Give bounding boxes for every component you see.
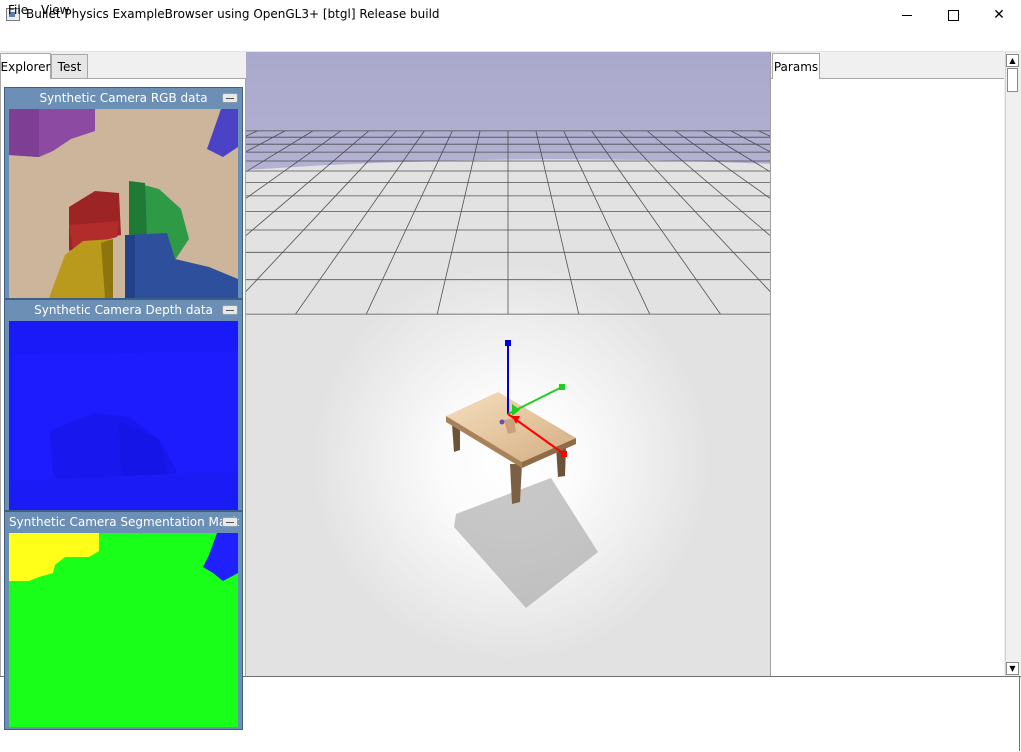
segmentation-camera-title: Synthetic Camera Segmentation Mask xyxy=(9,515,240,529)
divider xyxy=(1019,676,1020,751)
rgb-camera-image xyxy=(9,109,238,298)
segmentation-camera-image xyxy=(9,533,238,727)
segmentation-camera-window[interactable]: Synthetic Camera Segmentation Mask xyxy=(4,511,243,730)
scene-render xyxy=(246,52,770,676)
close-button[interactable]: ✕ xyxy=(976,0,1021,30)
3d-viewport[interactable] xyxy=(246,52,770,676)
menu-view[interactable]: View xyxy=(41,3,69,17)
scroll-thumb[interactable] xyxy=(1007,68,1018,92)
rgb-camera-title: Synthetic Camera RGB data xyxy=(39,91,208,105)
menu-file[interactable]: File xyxy=(8,3,28,17)
segmentation-camera-minimize-button[interactable] xyxy=(222,517,238,527)
scroll-up-button[interactable]: ▲ xyxy=(1006,54,1019,67)
tab-params[interactable]: Params xyxy=(772,53,820,79)
maximize-button[interactable] xyxy=(930,0,976,30)
rgb-camera-minimize-button[interactable] xyxy=(222,93,238,103)
params-pane xyxy=(771,78,1004,677)
tab-test[interactable]: Test xyxy=(51,54,88,78)
depth-camera-window[interactable]: Synthetic Camera Depth data xyxy=(4,299,243,511)
depth-camera-image xyxy=(9,321,238,510)
vertical-scrollbar[interactable] xyxy=(1005,52,1021,676)
rgb-camera-window[interactable]: Synthetic Camera RGB data xyxy=(4,87,243,299)
tab-explorer[interactable]: Explorer xyxy=(0,53,51,79)
minimize-icon xyxy=(902,14,912,16)
depth-camera-title: Synthetic Camera Depth data xyxy=(34,303,213,317)
window-title: Bullet Physics ExampleBrowser using Open… xyxy=(26,7,440,21)
maximize-icon xyxy=(947,9,959,21)
scroll-down-button[interactable]: ▼ xyxy=(1006,662,1019,675)
depth-camera-minimize-button[interactable] xyxy=(222,305,238,315)
menu-bar xyxy=(0,30,1021,52)
close-icon: ✕ xyxy=(993,7,1005,23)
minimize-button[interactable] xyxy=(884,0,930,30)
